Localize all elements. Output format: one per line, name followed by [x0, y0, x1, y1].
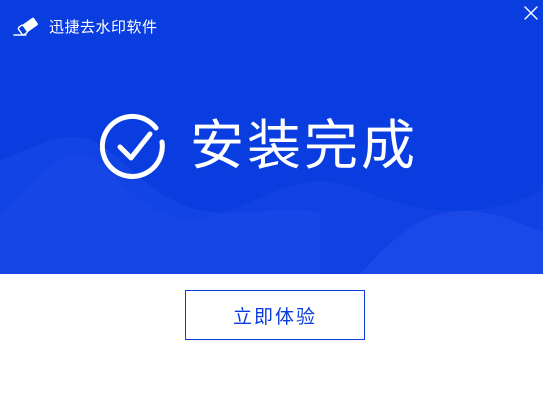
installer-window: 迅捷去水印软件 安装完成 立即体验 — [0, 0, 543, 406]
experience-now-button[interactable]: 立即体验 — [185, 290, 365, 340]
hero-banner: 迅捷去水印软件 安装完成 — [0, 0, 543, 274]
eraser-icon — [12, 16, 42, 38]
install-status: 安装完成 — [100, 108, 418, 184]
app-title: 迅捷去水印软件 — [49, 18, 158, 36]
check-circle-icon — [100, 113, 165, 179]
title-bar: 迅捷去水印软件 — [0, 0, 543, 52]
close-icon — [524, 6, 538, 20]
close-button[interactable] — [520, 2, 542, 24]
status-title: 安装完成 — [190, 114, 418, 177]
